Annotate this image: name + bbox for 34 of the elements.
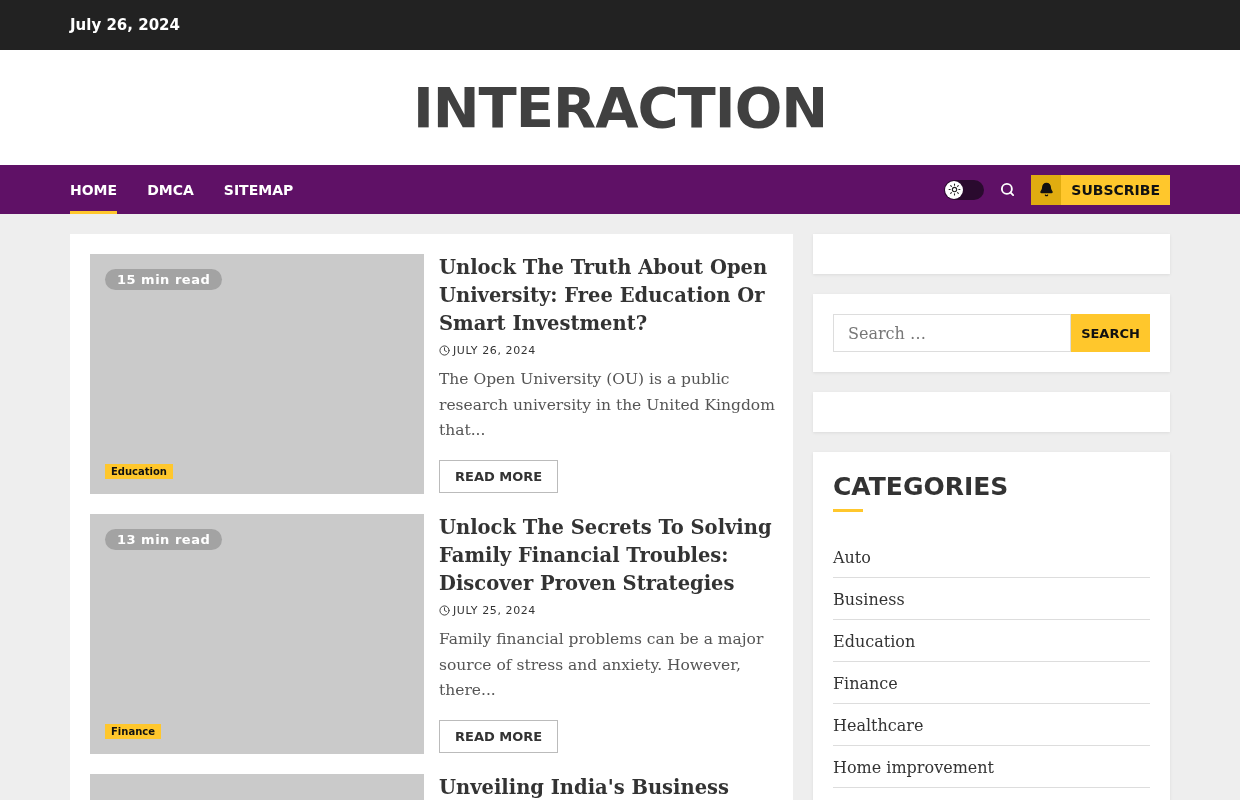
post-title[interactable]: Unlock The Secrets To Solving Family Financial Troubles: Discover Proven Strategies [439,514,775,598]
read-more-button[interactable]: READ MORE [439,459,559,493]
categories-heading: CATEGORIES [833,472,1150,512]
post-excerpt: Family financial problems can be a major source of stress and anxiety. However, there... [439,629,765,701]
category-tag[interactable]: Finance [105,724,161,739]
category-link[interactable]: Home improvement [833,758,1150,788]
post-date: JULY 26, 2024 [453,344,536,357]
post-date: JULY 25, 2024 [453,604,536,617]
category-tag[interactable]: Education [105,464,173,479]
clock-icon [439,345,450,356]
category-link[interactable]: Finance [833,674,1150,704]
search-field[interactable]: Search … [833,314,1071,352]
sun-icon [945,180,964,199]
category-link[interactable]: Education [833,632,1150,662]
category-link[interactable]: Healthcare [833,716,1150,746]
dark-mode-toggle[interactable] [944,179,985,200]
date-text: July 26, 2024 [70,16,180,34]
read-more-button[interactable]: READ MORE [439,719,559,753]
read-time-badge: 13 min read [105,529,223,550]
nav-link[interactable]: HOME [70,165,118,214]
clock-icon [439,605,450,616]
category-link[interactable]: Business [833,590,1150,620]
post-excerpt: The Open University (OU) is a public research university in the United Kingdom that... [439,369,775,441]
search-button[interactable]: SEARCH [1071,314,1150,352]
site-title: INTERACTION [412,75,828,140]
post-title[interactable]: Unveiling India's Business [439,774,730,800]
nav-link[interactable]: SITEMAP [223,165,294,214]
subscribe-button[interactable]: SUBSCRIBE [1031,174,1170,205]
nav-link[interactable]: DMCA [147,165,194,214]
post-title[interactable]: Unlock The Truth About Open University: Free Education Or Smart Investment? [439,254,775,338]
bell-icon [1038,182,1054,197]
read-time-badge: 15 min read [105,269,223,290]
search-icon[interactable] [1000,182,1016,197]
category-link[interactable]: Auto [833,548,1150,578]
